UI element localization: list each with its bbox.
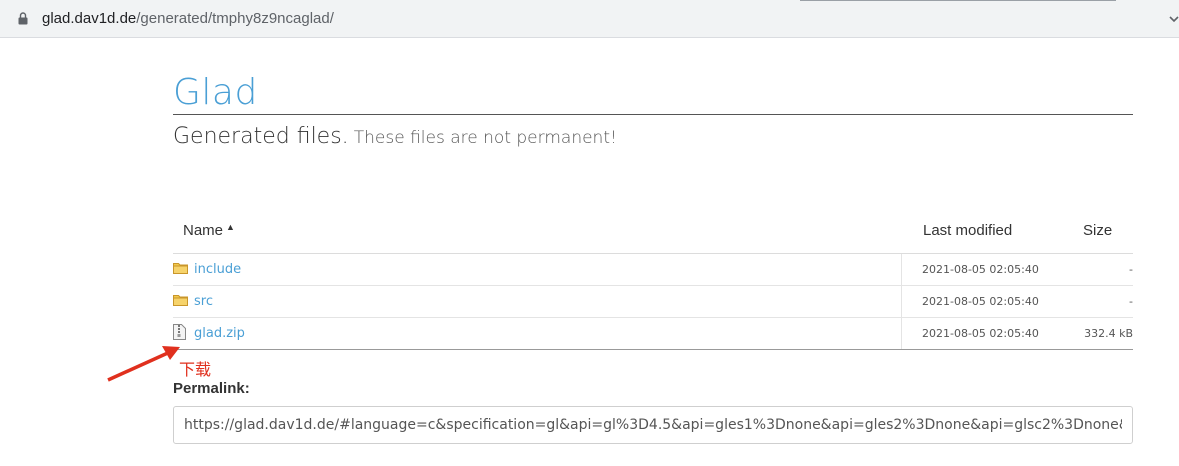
column-header-modified[interactable]: Last modified — [923, 222, 1012, 239]
file-listing-table: Name ▲ Last modified Size include 2021-08… — [173, 210, 1133, 350]
permalink-field[interactable] — [173, 406, 1133, 444]
table-row: glad.zip 2021-08-05 02:05:40 332.4 kB — [173, 318, 1133, 350]
file-link-glad-zip[interactable]: glad.zip — [194, 326, 245, 341]
lock-icon — [18, 12, 28, 25]
column-divider — [901, 254, 902, 285]
column-header-name[interactable]: Name ▲ — [183, 222, 235, 239]
permalink-label: Permalink: — [173, 380, 250, 397]
file-size: - — [1129, 263, 1133, 276]
url-host: glad.dav1d.de — [42, 10, 137, 27]
modified-date: 2021-08-05 02:05:40 — [922, 263, 1039, 276]
folder-icon — [173, 295, 188, 306]
column-header-size[interactable]: Size — [1083, 222, 1112, 239]
modified-date: 2021-08-05 02:05:40 — [922, 327, 1039, 340]
url-text[interactable]: glad.dav1d.de/generated/tmphy8z9ncaglad/ — [42, 10, 334, 28]
file-size: 332.4 kB — [1084, 327, 1133, 340]
file-link-src[interactable]: src — [194, 294, 213, 309]
column-divider — [901, 286, 902, 317]
table-header: Name ▲ Last modified Size — [173, 210, 1133, 254]
zip-file-icon — [173, 324, 186, 340]
url-path: /generated/tmphy8z9ncaglad/ — [136, 10, 334, 27]
download-annotation: 下载 — [179, 360, 212, 379]
table-row: include 2021-08-05 02:05:40 - — [173, 254, 1133, 286]
tab-divider — [800, 0, 1116, 1]
table-row: src 2021-08-05 02:05:40 - — [173, 286, 1133, 318]
title-divider — [173, 114, 1133, 115]
sort-ascending-icon: ▲ — [226, 222, 235, 232]
folder-icon — [173, 263, 188, 274]
subtitle-main: Generated files. — [173, 124, 349, 149]
file-size: - — [1129, 295, 1133, 308]
subtitle-note: These files are not permanent! — [353, 128, 617, 148]
page-title: Glad — [173, 72, 258, 113]
chevron-down-icon[interactable] — [1169, 14, 1179, 24]
file-link-include[interactable]: include — [194, 262, 241, 277]
page-subtitle: Generated files. These files are not per… — [173, 124, 617, 149]
browser-address-bar[interactable]: glad.dav1d.de/generated/tmphy8z9ncaglad/ — [0, 0, 1179, 38]
column-divider — [901, 318, 902, 349]
modified-date: 2021-08-05 02:05:40 — [922, 295, 1039, 308]
